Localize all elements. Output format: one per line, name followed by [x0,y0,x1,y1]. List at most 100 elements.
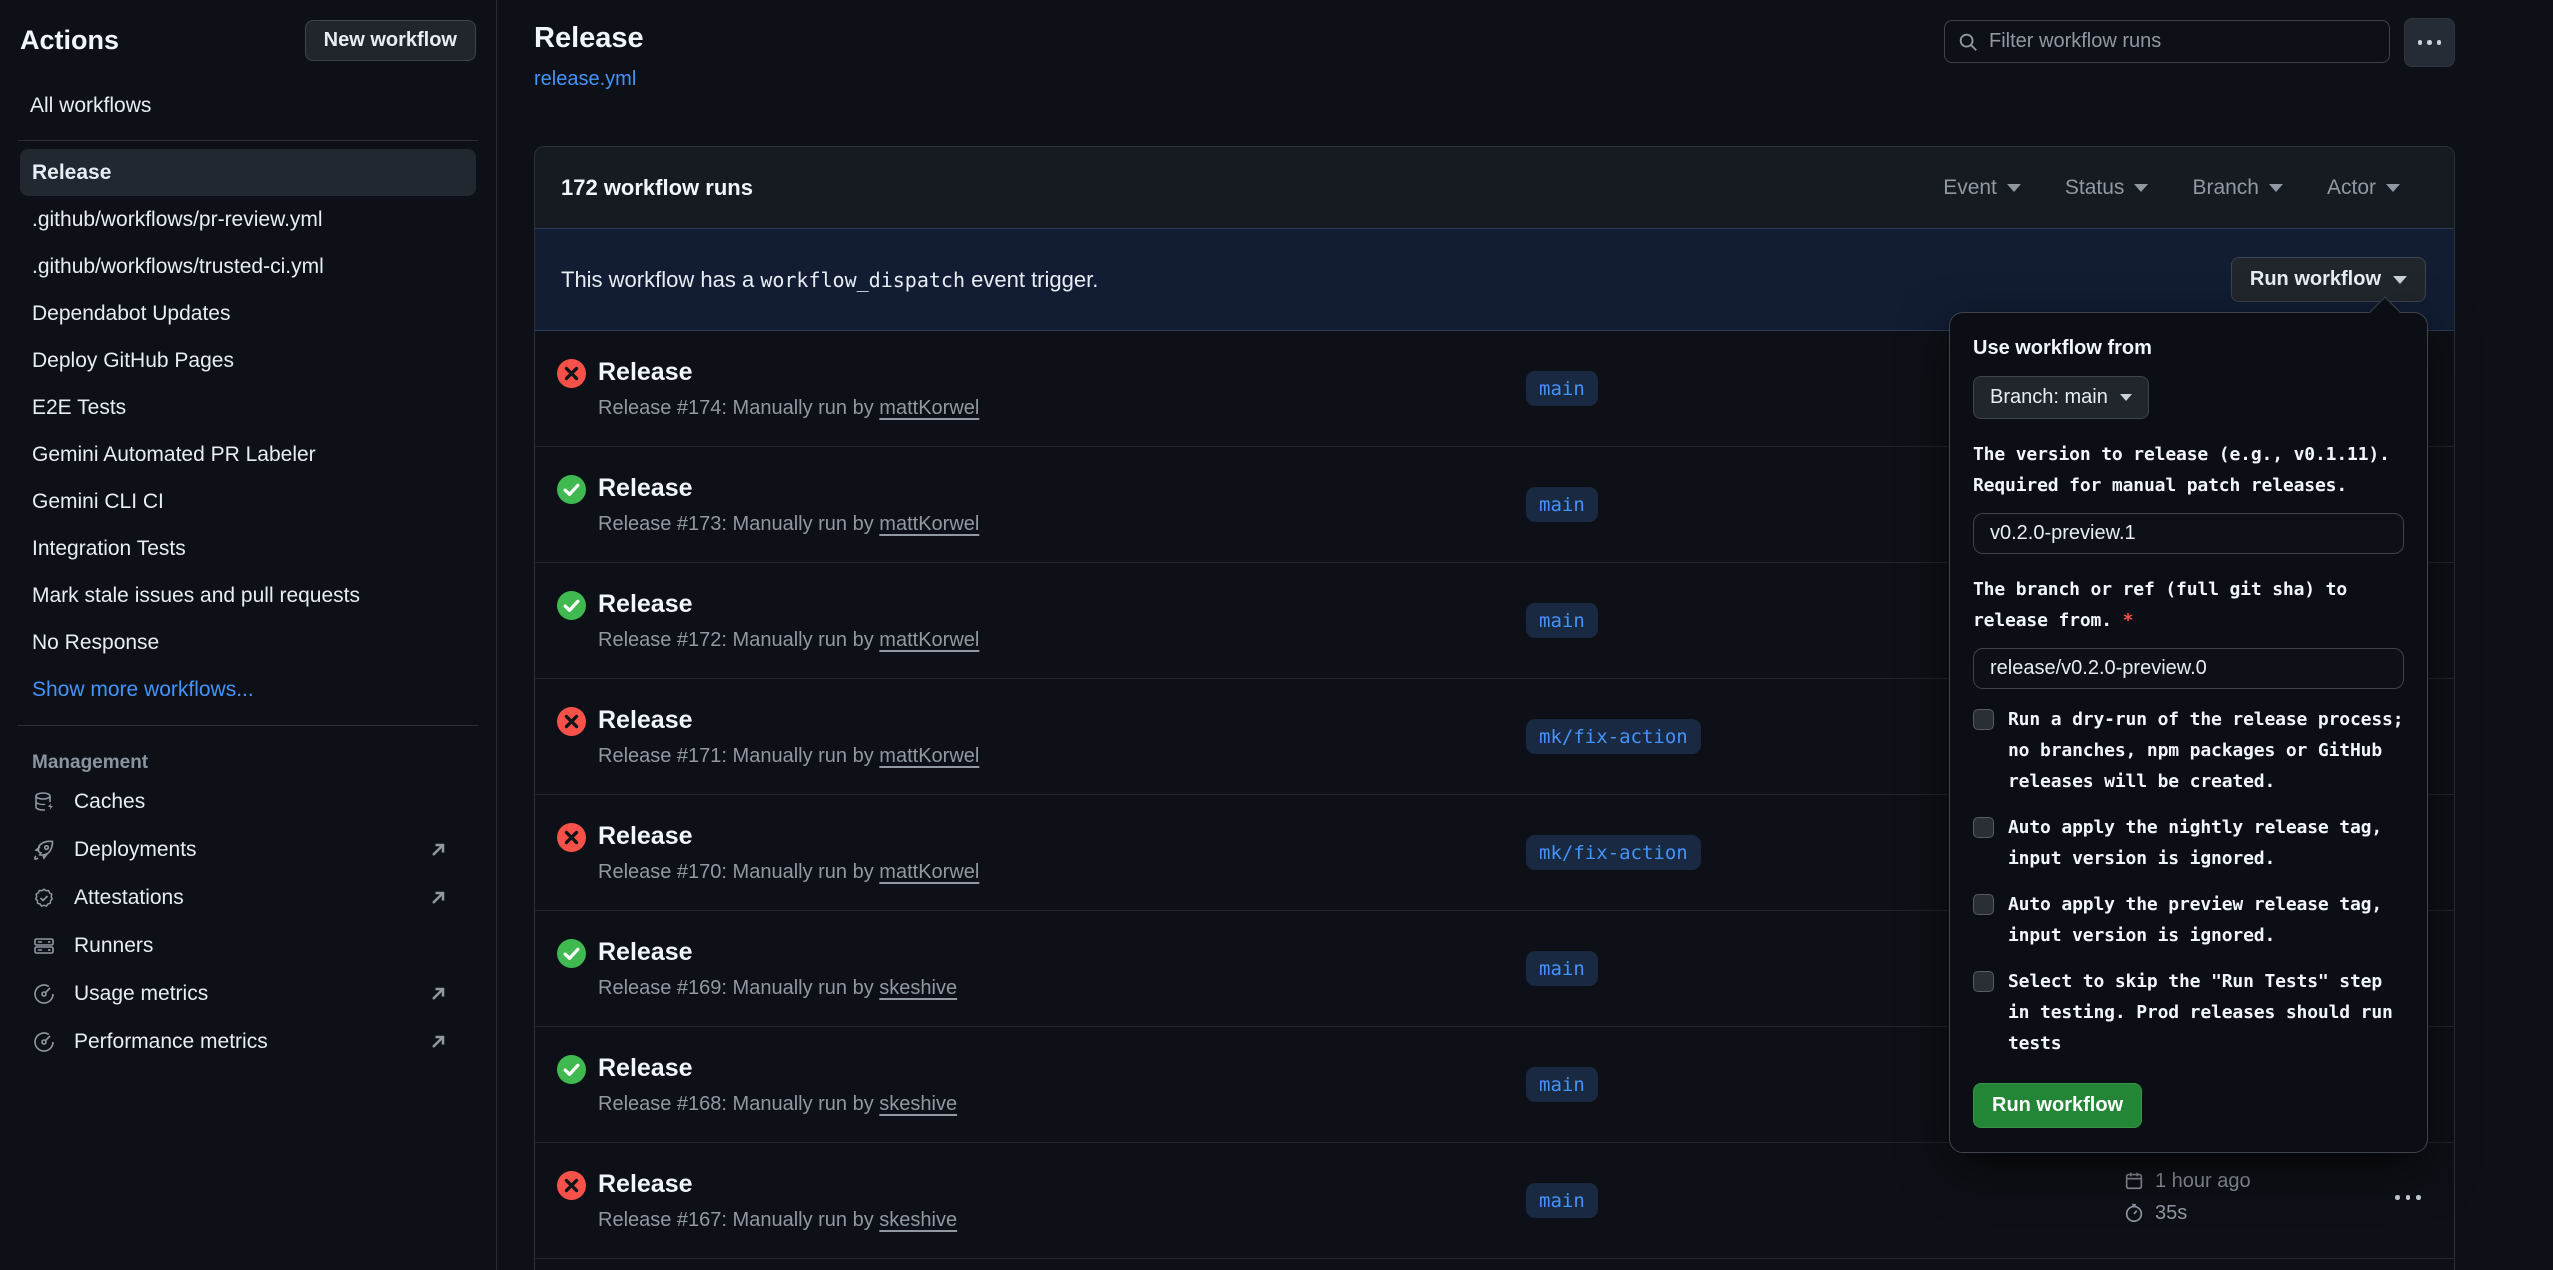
branch-badge[interactable]: main [1526,1183,1598,1218]
sidebar-item-attestations[interactable]: Attestations [20,874,476,922]
dry-run-checkbox[interactable] [1973,709,1994,730]
external-link-icon [428,888,448,908]
actor-link[interactable]: skeshive [879,1209,957,1231]
external-link-icon [428,1032,448,1052]
actor-link[interactable]: mattKorwel [879,629,979,651]
actor-link[interactable]: skeshive [879,1093,957,1115]
workflow-run-row[interactable]: Release Release #167: Manually run by sk… [535,1143,2454,1259]
sidebar-item-runners[interactable]: Runners [20,922,476,970]
chevron-down-icon [2386,184,2400,192]
preview-tag-checkbox[interactable] [1973,894,1994,915]
mgmt-item-label: Usage metrics [74,982,208,1006]
run-description: Release #172: Manually run by mattKorwel [598,629,979,652]
external-link-icon [428,984,448,1004]
required-asterisk: * [2123,610,2134,631]
sidebar-item-caches[interactable]: Caches [20,778,476,826]
preview-tag-label[interactable]: Auto apply the preview release tag, inpu… [2008,889,2404,951]
dry-run-label[interactable]: Run a dry-run of the release process; no… [2008,704,2404,797]
workflow-list: Release .github/workflows/pr-review.yml … [20,149,476,713]
run-title[interactable]: Release [598,474,693,503]
run-description: Release #167: Manually run by skeshive [598,1209,957,1232]
run-filters: Event Status Branch Actor [1943,176,2400,200]
ref-input[interactable] [1973,648,2404,689]
run-description: Release #173: Manually run by mattKorwel [598,513,979,536]
sidebar-item-no-response[interactable]: No Response [20,619,476,666]
branch-badge[interactable]: main [1526,603,1598,638]
actor-link[interactable]: mattKorwel [879,861,979,883]
sidebar-item-integration-tests[interactable]: Integration Tests [20,525,476,572]
run-title[interactable]: Release [598,1170,693,1199]
run-kebab-button[interactable] [2387,1187,2429,1208]
preview-tag-option: Auto apply the preview release tag, inpu… [1973,889,2404,951]
branch-badge[interactable]: mk/fix-action [1526,719,1701,754]
sidebar-item-dependabot-updates[interactable]: Dependabot Updates [20,290,476,337]
calendar-icon [2123,1170,2145,1192]
kebab-icon [2418,40,2423,45]
run-title[interactable]: Release [598,822,693,851]
sidebar-divider [18,140,478,141]
filter-workflow-runs-box [1944,20,2390,63]
run-status-icon-success [557,591,586,620]
workflow-options-kebab-button[interactable] [2404,18,2455,67]
show-more-workflows-link[interactable]: Show more workflows... [20,666,476,713]
sidebar-item-trusted-ci[interactable]: .github/workflows/trusted-ci.yml [20,243,476,290]
sidebar-title: Actions [20,25,119,56]
branch-filter-dropdown[interactable]: Branch [2192,176,2283,200]
run-title[interactable]: Release [598,358,693,387]
sidebar-item-deploy-github-pages[interactable]: Deploy GitHub Pages [20,337,476,384]
mgmt-item-label: Attestations [74,886,184,910]
search-icon [1957,31,1979,53]
run-time: 1 hour ago [2155,1170,2251,1193]
run-title[interactable]: Release [598,1054,693,1083]
sidebar-item-deployments[interactable]: Deployments [20,826,476,874]
sidebar-item-e2e-tests[interactable]: E2E Tests [20,384,476,431]
skip-tests-label[interactable]: Select to skip the "Run Tests" step in t… [2008,966,2404,1059]
run-workflow-submit-button[interactable]: Run workflow [1973,1083,2142,1128]
branch-badge[interactable]: main [1526,487,1598,522]
sidebar-item-gemini-pr-labeler[interactable]: Gemini Automated PR Labeler [20,431,476,478]
chevron-down-icon [2120,394,2132,401]
branch-badge[interactable]: main [1526,951,1598,986]
run-workflow-dropdown-button[interactable]: Run workflow [2231,257,2426,302]
actor-link[interactable]: mattKorwel [879,397,979,419]
run-title[interactable]: Release [598,938,693,967]
branch-selector-button[interactable]: Branch: main [1973,376,2149,419]
run-status-icon-failure [557,1171,586,1200]
actor-link[interactable]: mattKorwel [879,513,979,535]
new-workflow-button[interactable]: New workflow [305,20,476,61]
branch-badge[interactable]: mk/fix-action [1526,835,1701,870]
status-filter-dropdown[interactable]: Status [2065,176,2149,200]
workflow-file-link[interactable]: release.yml [534,68,636,91]
stopwatch-icon [2123,1202,2145,1224]
actor-filter-dropdown[interactable]: Actor [2327,176,2400,200]
kebab-icon [2395,1195,2400,1200]
sidebar-item-performance-metrics[interactable]: Performance metrics [20,1018,476,1066]
run-title[interactable]: Release [598,706,693,735]
sidebar-item-pr-review[interactable]: .github/workflows/pr-review.yml [20,196,476,243]
meter-icon [32,982,56,1006]
sidebar-item-mark-stale[interactable]: Mark stale issues and pull requests [20,572,476,619]
branch-badge[interactable]: main [1526,371,1598,406]
ref-input-description: The branch or ref (full git sha) to rele… [1973,574,2404,636]
sidebar-item-release[interactable]: Release [20,149,476,196]
actor-link[interactable]: mattKorwel [879,745,979,767]
event-filter-dropdown[interactable]: Event [1943,176,2021,200]
actions-sidebar: Actions New workflow All workflows Relea… [0,0,497,1270]
sidebar-divider [18,725,478,726]
sidebar-item-usage-metrics[interactable]: Usage metrics [20,970,476,1018]
sidebar-item-all-workflows[interactable]: All workflows [20,84,476,128]
skip-tests-checkbox[interactable] [1973,971,1994,992]
run-title[interactable]: Release [598,590,693,619]
sidebar-item-gemini-cli-ci[interactable]: Gemini CLI CI [20,478,476,525]
meter-icon [32,1030,56,1054]
mgmt-item-label: Deployments [74,838,197,862]
run-meta: 1 hour ago 35s [2123,1165,2251,1229]
nightly-tag-checkbox[interactable] [1973,817,1994,838]
actor-link[interactable]: skeshive [879,977,957,999]
filter-workflow-runs-input[interactable] [1989,30,2377,53]
branch-badge[interactable]: main [1526,1067,1598,1102]
run-description: Release #174: Manually run by mattKorwel [598,397,979,420]
banner-text: This workflow has a workflow_dispatch ev… [561,267,1098,293]
version-input[interactable] [1973,513,2404,554]
nightly-tag-label[interactable]: Auto apply the nightly release tag, inpu… [2008,812,2404,874]
